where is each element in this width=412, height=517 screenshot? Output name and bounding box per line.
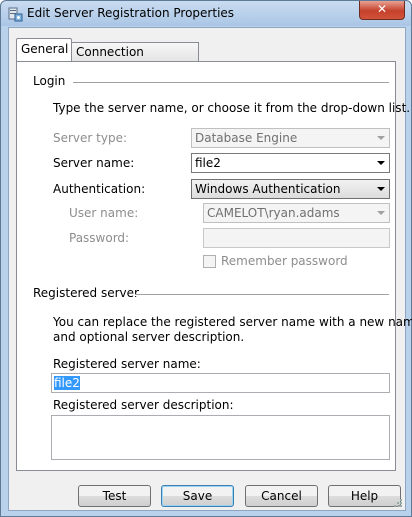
registered-name-field[interactable]: file2 xyxy=(51,373,390,393)
chevron-down-icon xyxy=(377,136,385,140)
user-name-value: CAMELOT\ryan.adams xyxy=(207,206,340,220)
login-instructions: Type the server name, or choose it from … xyxy=(53,101,411,115)
tab-general-label: General xyxy=(21,42,69,56)
help-button-label: Help xyxy=(350,489,379,503)
registered-description-field[interactable] xyxy=(51,415,390,460)
server-name-label: Server name: xyxy=(53,156,135,170)
save-button-label: Save xyxy=(182,489,213,503)
close-button[interactable]: ✕ xyxy=(359,1,405,20)
authentication-label: Authentication: xyxy=(53,182,146,196)
title-bar[interactable]: Edit Server Registration Properties ✕ xyxy=(1,1,411,26)
registered-instructions-line2: and optional server description. xyxy=(53,330,245,344)
resize-grip-icon[interactable] xyxy=(392,497,402,507)
server-type-label: Server type: xyxy=(53,131,128,145)
authentication-value: Windows Authentication xyxy=(195,182,341,196)
general-tab-panel: Login Type the server name, or choose it… xyxy=(16,61,412,471)
user-name-label: User name: xyxy=(69,206,139,220)
test-button[interactable]: Test xyxy=(78,485,151,507)
dialog-body: General Connection Properties Login Type… xyxy=(8,27,412,511)
server-type-select[interactable]: Database Engine xyxy=(191,128,390,148)
dialog-window: Edit Server Registration Properties ✕ Ge… xyxy=(0,0,412,517)
save-button[interactable]: Save xyxy=(161,485,234,507)
test-button-label: Test xyxy=(102,489,127,503)
close-icon: ✕ xyxy=(376,2,388,16)
login-separator xyxy=(73,82,389,84)
login-section-title: Login xyxy=(33,74,66,88)
password-label: Password: xyxy=(69,231,130,245)
authentication-select[interactable]: Windows Authentication xyxy=(191,179,390,199)
chevron-down-icon xyxy=(377,211,385,215)
server-name-value: file2 xyxy=(195,156,221,170)
tab-general[interactable]: General xyxy=(16,38,72,61)
tab-connection-properties[interactable]: Connection Properties xyxy=(71,42,199,78)
registered-server-section-title: Registered server xyxy=(33,286,139,300)
server-name-combo[interactable]: file2 xyxy=(191,153,390,173)
registered-description-label: Registered server description: xyxy=(53,398,234,412)
registered-name-value: file2 xyxy=(54,376,80,390)
remember-password-checkbox[interactable] xyxy=(203,255,216,268)
registered-server-separator xyxy=(135,294,389,296)
server-type-value: Database Engine xyxy=(195,131,298,145)
cancel-button-label: Cancel xyxy=(261,489,302,503)
registered-name-label: Registered server name: xyxy=(53,357,201,371)
chevron-down-icon[interactable] xyxy=(377,161,385,165)
remember-password-label[interactable]: Remember password xyxy=(221,254,348,268)
help-button[interactable]: Help xyxy=(328,485,401,507)
server-registration-icon xyxy=(8,7,23,22)
registered-instructions-line1: You can replace the registered server na… xyxy=(53,315,412,329)
password-field[interactable] xyxy=(203,228,390,248)
chevron-down-icon xyxy=(377,187,385,191)
cancel-button[interactable]: Cancel xyxy=(245,485,318,507)
user-name-combo[interactable]: CAMELOT\ryan.adams xyxy=(203,203,390,223)
window-title: Edit Server Registration Properties xyxy=(27,6,235,20)
